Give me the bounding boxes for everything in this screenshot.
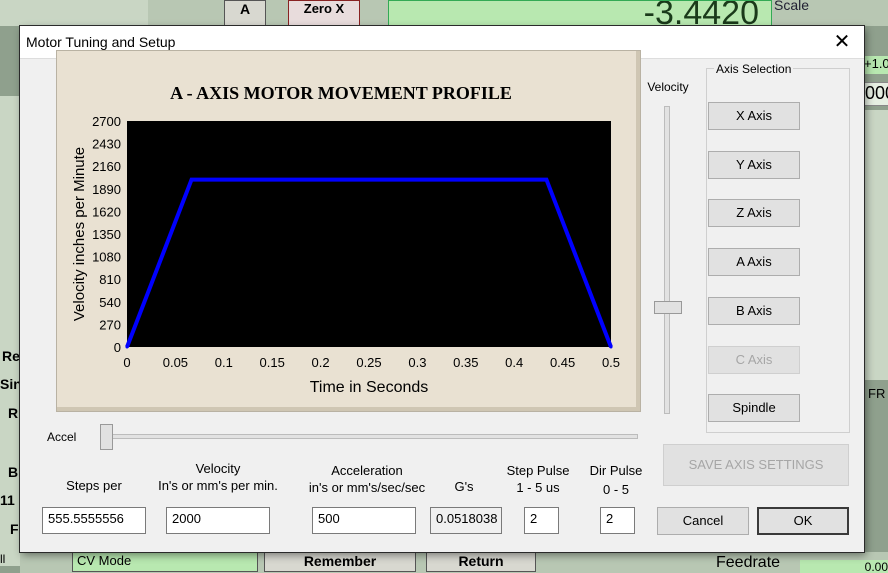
axis-button-b-axis[interactable]: B Axis <box>708 296 800 325</box>
x-tick-label: 0.05 <box>163 355 188 370</box>
y-axis-label: Velocity inches per Minute <box>71 147 88 321</box>
x-tick-label: 0.2 <box>312 355 330 370</box>
background-left-label-7: ll <box>0 552 6 566</box>
x-tick-label: 0.25 <box>356 355 381 370</box>
axis-button-a-axis[interactable]: A Axis <box>708 248 800 277</box>
background-fr-label: FR <box>868 386 886 401</box>
axis-button-x-axis[interactable]: X Axis <box>708 102 800 130</box>
background-dro-display: -3.4420 <box>388 0 772 26</box>
velocity-slider-track[interactable] <box>664 106 670 414</box>
y-tick-label: 1890 <box>92 182 121 197</box>
velocity-field-label-1: Velocity <box>195 461 241 476</box>
background-scale-value: +1.0000 <box>864 56 888 74</box>
step-pulse-label-1: Step Pulse <box>506 463 570 478</box>
y-axis-ticks: 0 270 540 810 1080 1350 1620 1890 2160 2430 2700 <box>92 114 121 355</box>
x-axis-ticks: 0 0.05 0.1 0.15 0.2 0.25 0.3 0.35 0.4 0.45 0.5 <box>123 355 620 370</box>
background-scale-label: Scale <box>774 0 810 13</box>
y-tick-label: 2700 <box>92 114 121 129</box>
axis-button-spindle[interactable]: Spindle <box>708 394 800 423</box>
accel-slider-thumb[interactable] <box>100 424 113 450</box>
acceleration-field-label-1: Acceleration <box>331 463 403 478</box>
save-axis-settings-button[interactable]: SAVE AXIS SETTINGS <box>663 444 849 486</box>
step-pulse-field[interactable]: 2 <box>524 507 559 534</box>
y-tick-label: 2160 <box>92 159 121 174</box>
motor-tuning-dialog: Motor Tuning and Setup ✕ A - AXIS MOTOR … <box>20 26 864 552</box>
background-right-panel <box>864 110 888 380</box>
remember-button[interactable]: Remember <box>264 552 416 572</box>
y-tick-label: 2430 <box>92 137 121 152</box>
background-left-label-3: R <box>8 405 19 421</box>
acceleration-field-label-2: in's or mm's/sec/sec <box>308 480 426 495</box>
cancel-button[interactable]: Cancel <box>657 507 749 535</box>
background-axis-button[interactable]: A <box>224 0 266 26</box>
x-tick-label: 0.45 <box>550 355 575 370</box>
x-tick-label: 0.1 <box>215 355 233 370</box>
gs-label: G's <box>454 479 474 494</box>
x-tick-label: 0 <box>123 355 130 370</box>
background-top-left-panel <box>0 0 148 26</box>
profile-point <box>125 345 129 349</box>
steps-per-label: Steps per <box>66 478 122 493</box>
accel-slider-label: Accel <box>47 430 77 444</box>
steps-per-field[interactable]: 555.5555556 <box>42 507 146 534</box>
chart-svg: A - AXIS MOTOR MOVEMENT PROFILE 0 270 540 8… <box>71 83 620 396</box>
x-tick-label: 0.3 <box>408 355 426 370</box>
step-pulse-label-2: 1 - 5 us <box>516 480 560 495</box>
acceleration-field[interactable]: 500 <box>312 507 416 534</box>
cv-mode-indicator: CV Mode <box>72 552 258 572</box>
background-left-label-4: B <box>8 464 19 480</box>
chart-title: A - AXIS MOTOR MOVEMENT PROFILE <box>170 83 512 103</box>
y-tick-label: 540 <box>99 295 121 310</box>
plot-area <box>127 121 611 347</box>
background-right-value: 000 <box>864 82 888 106</box>
axis-button-y-axis[interactable]: Y Axis <box>708 150 800 179</box>
profile-point <box>609 345 613 349</box>
x-tick-label: 0.35 <box>453 355 478 370</box>
axis-button-z-axis[interactable]: Z Axis <box>708 199 800 228</box>
velocity-slider-thumb[interactable] <box>654 300 682 314</box>
y-tick-label: 1620 <box>92 204 121 219</box>
background-feedrate-label: Feedrate <box>716 554 781 571</box>
x-tick-label: 0.4 <box>505 355 523 370</box>
y-tick-label: 0 <box>114 340 121 355</box>
axis-button-c-axis[interactable]: C Axis <box>708 345 800 374</box>
y-tick-label: 810 <box>99 272 121 287</box>
close-icon: ✕ <box>833 31 851 53</box>
axis-selection-label: Axis Selection <box>714 62 794 76</box>
return-button[interactable]: Return <box>426 552 536 572</box>
background-left-label-6: F <box>10 521 19 537</box>
x-tick-label: 0.15 <box>260 355 285 370</box>
profile-point <box>544 178 548 182</box>
dir-pulse-label-2: 0 - 5 <box>602 482 629 497</box>
profile-point <box>190 178 194 182</box>
background-left-label-1: Re <box>2 348 20 364</box>
velocity-field[interactable]: 2000 <box>166 507 270 534</box>
velocity-slider-label: Velocity <box>647 80 689 94</box>
accel-slider-track[interactable] <box>100 434 638 439</box>
background-zero-x-button[interactable]: Zero X <box>288 0 360 26</box>
y-tick-label: 1350 <box>92 227 121 242</box>
y-tick-label: 1080 <box>92 250 121 265</box>
background-left-label-2: Sin <box>0 376 22 392</box>
motor-profile-chart: A - AXIS MOTOR MOVEMENT PROFILE 0 270 540 8… <box>56 50 641 412</box>
background-feed-value: 0.00 <box>800 560 888 573</box>
close-button[interactable]: ✕ <box>820 26 864 58</box>
x-tick-label: 0.5 <box>602 355 620 370</box>
dialog-title: Motor Tuning and Setup <box>26 34 176 50</box>
gs-field: 0.0518038 <box>430 507 502 534</box>
dir-pulse-field[interactable]: 2 <box>600 507 635 534</box>
y-tick-label: 270 <box>99 317 121 332</box>
x-axis-label: Time in Seconds <box>310 379 429 396</box>
dir-pulse-label-1: Dir Pulse <box>589 463 643 478</box>
ok-button[interactable]: OK <box>757 507 849 535</box>
velocity-field-label-2: In's or mm's per min. <box>158 478 278 493</box>
